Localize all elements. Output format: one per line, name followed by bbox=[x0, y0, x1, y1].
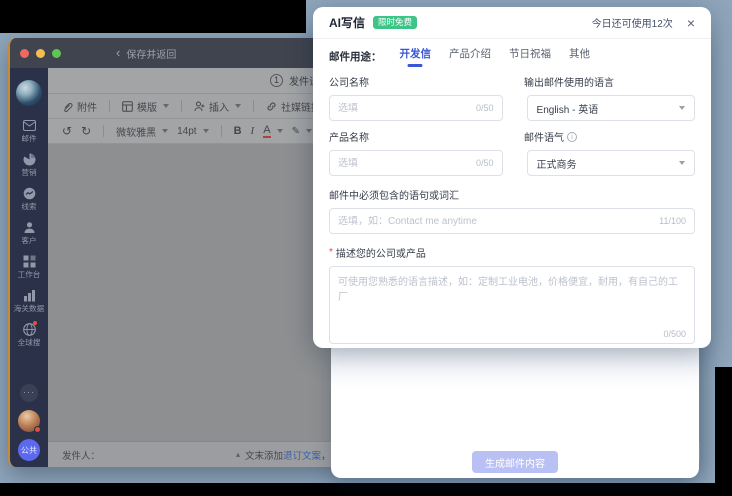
traffic-lights bbox=[20, 49, 61, 58]
sidebar-item-leads[interactable]: 线索 bbox=[21, 186, 37, 211]
chevron-down-icon bbox=[203, 129, 209, 133]
must-include-fieldbox: 11/100 bbox=[329, 208, 695, 234]
must-include-label: 邮件中必须包含的语句或词汇 bbox=[329, 187, 695, 202]
product-name-label: 产品名称 bbox=[329, 129, 500, 144]
tab-holiday-greeting[interactable]: 节日祝福 bbox=[509, 46, 551, 67]
close-window-button[interactable] bbox=[20, 49, 29, 58]
output-language-select[interactable]: English - 英语 bbox=[527, 95, 695, 121]
back-save-return[interactable]: ‹ 保存并返回 bbox=[116, 46, 176, 61]
purpose-label: 邮件用途： bbox=[329, 49, 382, 64]
description-fieldbox: 0/500 bbox=[329, 266, 695, 344]
company-name-input[interactable] bbox=[338, 103, 470, 114]
output-language-value: English - 英语 bbox=[537, 101, 599, 116]
trend-gauge-icon bbox=[22, 186, 36, 200]
link-icon bbox=[266, 101, 277, 112]
sidebar-item-global-search[interactable]: 全球搜 bbox=[17, 322, 41, 347]
chevron-down-icon bbox=[306, 129, 312, 133]
sidebar-more-button[interactable]: ··· bbox=[20, 384, 38, 402]
bold-button[interactable]: B bbox=[234, 125, 242, 137]
chevron-down-icon bbox=[679, 161, 685, 165]
insert-button[interactable]: 插入 bbox=[194, 99, 241, 114]
back-chevron-icon: ‹ bbox=[116, 48, 120, 58]
italic-button[interactable]: I bbox=[251, 125, 255, 137]
letterbox-top-left bbox=[0, 0, 306, 33]
chevron-down-icon bbox=[235, 104, 241, 108]
highlight-button[interactable]: ✎ bbox=[292, 126, 312, 137]
font-family-select[interactable]: 微软雅黑 bbox=[116, 124, 168, 139]
sidebar-item-mail[interactable]: 邮件 bbox=[21, 118, 37, 143]
person-plus-icon bbox=[194, 101, 205, 112]
dialog-body: 公司名称 输出邮件使用的语言 0/50 English - 英语 产品名称 邮件… bbox=[313, 66, 711, 344]
letterbox-right bbox=[715, 367, 732, 496]
back-label: 保存并返回 bbox=[126, 46, 176, 61]
daily-quota-text: 今日还可使用12次 bbox=[592, 15, 673, 30]
letterbox-bottom bbox=[0, 483, 732, 496]
tab-other[interactable]: 其他 bbox=[569, 46, 590, 67]
attachment-button[interactable]: 附件 bbox=[62, 99, 97, 114]
workspace-avatar[interactable] bbox=[16, 80, 42, 106]
sidebar-item-workbench[interactable]: 工作台 bbox=[17, 254, 41, 279]
ai-write-dialog: AI写信 限时免费 今日还可使用12次 × 邮件用途： 开发信 产品介绍 节日祝… bbox=[313, 7, 711, 348]
template-icon bbox=[122, 101, 133, 112]
description-counter: 0/500 bbox=[663, 329, 686, 339]
product-name-fieldbox: 0/50 bbox=[329, 150, 503, 176]
sender-label: 发件人： bbox=[62, 448, 100, 462]
output-language-label: 输出邮件使用的语言 bbox=[524, 74, 695, 89]
info-icon[interactable]: i bbox=[567, 132, 577, 142]
purpose-tabs: 邮件用途： 开发信 产品介绍 节日祝福 其他 bbox=[313, 39, 711, 66]
grid-icon bbox=[22, 254, 36, 268]
required-asterisk: * bbox=[329, 247, 333, 258]
undo-button[interactable]: ↺ bbox=[62, 124, 72, 138]
redo-button[interactable]: ↻ bbox=[81, 124, 91, 138]
user-avatar[interactable] bbox=[18, 410, 40, 432]
email-tone-value: 正式商务 bbox=[537, 156, 577, 171]
limited-free-badge: 限时免费 bbox=[373, 16, 417, 29]
font-color-button[interactable]: A bbox=[263, 125, 282, 138]
person-icon bbox=[22, 220, 36, 234]
paperclip-icon bbox=[62, 101, 73, 112]
product-name-input[interactable] bbox=[338, 158, 470, 169]
chevron-down-icon bbox=[163, 104, 169, 108]
description-textarea[interactable] bbox=[338, 273, 686, 329]
tab-cold-email[interactable]: 开发信 bbox=[400, 46, 432, 67]
unsubscribe-link[interactable]: 退订文案 bbox=[283, 451, 321, 462]
chevron-down-icon bbox=[162, 129, 168, 133]
mail-icon bbox=[22, 118, 36, 132]
sidebar-item-customers[interactable]: 客户 bbox=[21, 220, 37, 245]
template-button[interactable]: 模版 bbox=[122, 99, 169, 114]
minimize-window-button[interactable] bbox=[36, 49, 45, 58]
avatar-status-dot bbox=[34, 426, 41, 433]
sidebar-item-marketing[interactable]: 营销 bbox=[21, 152, 37, 177]
ai-result-panel: 生成邮件内容 bbox=[331, 340, 699, 478]
must-include-counter: 11/100 bbox=[659, 216, 686, 226]
screen: ‹ 保存并返回 邮件 营销 bbox=[0, 0, 732, 496]
email-tone-select[interactable]: 正式商务 bbox=[527, 150, 695, 176]
company-name-counter: 0/50 bbox=[476, 103, 494, 113]
dialog-title: AI写信 bbox=[329, 14, 365, 31]
sidebar: 邮件 营销 线索 客户 bbox=[10, 68, 48, 467]
notification-dot bbox=[33, 321, 37, 325]
company-name-fieldbox: 0/50 bbox=[329, 95, 503, 121]
generate-email-button[interactable]: 生成邮件内容 bbox=[472, 451, 558, 473]
product-name-counter: 0/50 bbox=[476, 158, 494, 168]
email-tone-label: 邮件语气 i bbox=[524, 129, 695, 144]
chevron-down-icon bbox=[679, 106, 685, 110]
pie-chart-icon bbox=[22, 152, 36, 166]
description-label: * 描述您的公司或产品 bbox=[329, 245, 695, 260]
public-badge[interactable]: 公共 bbox=[18, 439, 40, 461]
font-size-select[interactable]: 14pt bbox=[177, 126, 208, 137]
bar-chart-icon bbox=[22, 288, 36, 302]
globe-icon bbox=[22, 322, 36, 336]
tab-product-intro[interactable]: 产品介绍 bbox=[449, 46, 491, 67]
close-icon[interactable]: × bbox=[687, 16, 695, 30]
sidebar-item-customs-data[interactable]: 海关数据 bbox=[13, 288, 45, 313]
dialog-header: AI写信 限时免费 今日还可使用12次 × bbox=[313, 7, 711, 39]
collapse-arrow-icon[interactable]: ▴ bbox=[236, 450, 240, 459]
must-include-input[interactable] bbox=[338, 216, 653, 227]
zoom-window-button[interactable] bbox=[52, 49, 61, 58]
step-number: 1 bbox=[270, 74, 283, 87]
company-name-label: 公司名称 bbox=[329, 74, 500, 89]
chevron-down-icon bbox=[277, 129, 283, 133]
